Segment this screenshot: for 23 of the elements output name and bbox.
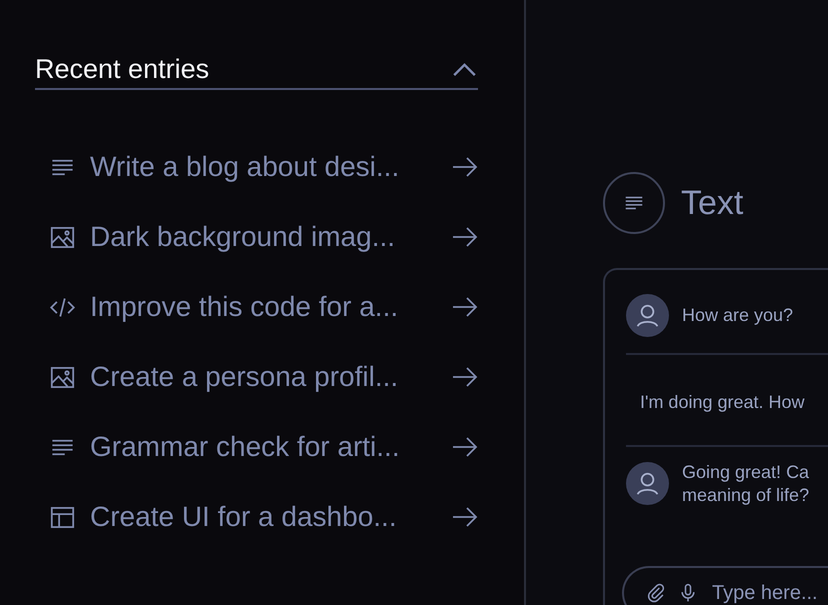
- arrow-right-icon[interactable]: [452, 297, 478, 317]
- arrow-right-icon[interactable]: [452, 227, 478, 247]
- avatar-icon: [626, 462, 669, 505]
- message-field[interactable]: Type here...: [622, 566, 828, 605]
- message-input[interactable]: Type here...: [710, 580, 828, 605]
- entry-link[interactable]: Improve this code for a...: [90, 291, 452, 323]
- message-text: Going great! Ca meaning of life?: [682, 461, 810, 506]
- message-text: I'm doing great. How: [640, 390, 805, 414]
- paperclip-icon[interactable]: [646, 583, 666, 603]
- section-title: Recent entries: [35, 54, 210, 85]
- arrow-right-icon[interactable]: [452, 157, 478, 177]
- mode-title: Text: [681, 184, 744, 222]
- entry-link[interactable]: Create UI for a dashbo...: [90, 501, 452, 533]
- arrow-right-icon[interactable]: [452, 367, 478, 387]
- avatar-icon: [626, 294, 669, 337]
- entry-link[interactable]: Dark background imag...: [90, 221, 452, 253]
- message-text: How are you?: [682, 304, 794, 327]
- arrow-right-icon[interactable]: [452, 437, 478, 457]
- arrow-right-icon[interactable]: [452, 507, 478, 527]
- chevron-up-icon[interactable]: [452, 62, 477, 77]
- entry-link[interactable]: Write a blog about desi...: [90, 151, 452, 183]
- entry-link[interactable]: Grammar check for arti...: [90, 431, 452, 463]
- entry-link[interactable]: Create a persona profil...: [90, 361, 452, 393]
